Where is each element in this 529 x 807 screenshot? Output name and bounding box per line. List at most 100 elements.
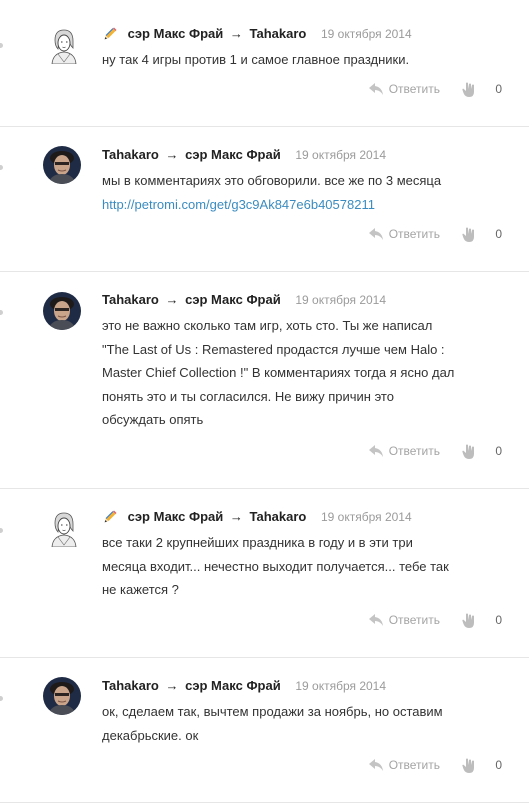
comment-text-line: мы в комментариях это обговорили. все же… xyxy=(102,173,442,188)
photo-avatar-icon xyxy=(43,146,81,184)
like-button[interactable]: 0 xyxy=(461,443,502,460)
reply-button[interactable]: Ответить xyxy=(368,611,440,629)
comment-text-line: это не важно сколько там игр, хоть сто. … xyxy=(102,318,433,333)
comment-date[interactable]: 19 октября 2014 xyxy=(295,148,386,162)
comment-recipient-link[interactable]: сэр Макс Фрай xyxy=(185,292,281,307)
reply-arrow-symbol: → xyxy=(229,509,243,524)
photo-avatar-icon xyxy=(43,292,81,330)
avatar[interactable] xyxy=(43,292,81,330)
reply-label: Ответить xyxy=(388,227,440,241)
avatar[interactable] xyxy=(43,677,81,715)
comment-author-link[interactable]: сэр Макс Фрай xyxy=(128,509,224,524)
like-count: 0 xyxy=(495,758,502,772)
comment-recipient-link[interactable]: сэр Макс Фрай xyxy=(185,147,281,162)
comment-text-line: понять это и ты согласился. Не вижу прич… xyxy=(102,388,394,404)
comment-actions: Ответить 0 xyxy=(368,611,502,629)
avatar[interactable] xyxy=(46,26,80,64)
comment-text-line: все таки 2 крупнейших праздника в году и… xyxy=(102,535,413,550)
comment-header: Tahakaro → сэр Макс Фрай 19 октября 2014 xyxy=(102,291,386,309)
comment-date[interactable]: 19 октября 2014 xyxy=(295,679,386,693)
comment-header: сэр Макс Фрай → Tahakaro 19 октября 2014 xyxy=(102,508,412,526)
reply-button[interactable]: Ответить xyxy=(368,225,440,243)
thumb-hand-icon xyxy=(462,613,474,628)
comment-actions: Ответить 0 xyxy=(368,80,502,98)
reply-arrow-icon xyxy=(368,228,383,240)
comment-date[interactable]: 19 октября 2014 xyxy=(321,27,412,41)
reply-button[interactable]: Ответить xyxy=(368,80,440,98)
comment-author-link[interactable]: Tahakaro xyxy=(102,678,159,693)
reply-label: Ответить xyxy=(388,758,440,772)
like-button[interactable]: 0 xyxy=(461,226,502,243)
reply-arrow-symbol: → xyxy=(229,26,243,41)
comment-divider xyxy=(0,488,529,489)
comment-actions: Ответить 0 xyxy=(368,756,502,774)
thread-marker xyxy=(0,696,3,701)
pencil-icon xyxy=(104,510,117,522)
comment-author-link[interactable]: Tahakaro xyxy=(102,147,159,162)
comment-text-line: ок, сделаем так, вычтем продажи за ноябр… xyxy=(102,704,443,719)
comment-actions: Ответить 0 xyxy=(368,442,502,460)
comment-header: Tahakaro → сэр Макс Фрай 19 октября 2014 xyxy=(102,146,386,164)
thread-marker xyxy=(0,528,3,533)
pencil-icon xyxy=(104,27,117,39)
like-count: 0 xyxy=(495,227,502,241)
reply-label: Ответить xyxy=(388,444,440,458)
reply-arrow-icon xyxy=(368,614,383,626)
like-button[interactable]: 0 xyxy=(461,757,502,774)
comment-divider xyxy=(0,657,529,658)
thumb-hand-icon xyxy=(462,444,474,459)
reply-arrow-icon xyxy=(368,83,383,95)
comment-text-line: месяца входит... нечестно выходит получа… xyxy=(102,558,449,574)
thread-marker xyxy=(0,43,3,48)
comment-text-line: декабрьские. ок xyxy=(102,727,199,743)
comment-text: ну так 4 игры против 1 и самое главное п… xyxy=(102,48,482,72)
reply-arrow-symbol: → xyxy=(165,147,179,162)
thumb-hand-icon xyxy=(462,82,474,97)
comment-divider xyxy=(0,126,529,127)
reply-label: Ответить xyxy=(388,82,440,96)
comment-text: ок, сделаем так, вычтем продажи за ноябр… xyxy=(102,700,482,747)
comment-divider xyxy=(0,802,529,803)
comment-header: сэр Макс Фрай → Tahakaro 19 октября 2014 xyxy=(102,25,412,43)
comment-text: это не важно сколько там игр, хоть сто. … xyxy=(102,314,482,432)
reply-arrow-icon xyxy=(368,445,383,457)
avatar[interactable] xyxy=(43,146,81,184)
comment-text-line: не кажется ? xyxy=(102,582,179,597)
comment-date[interactable]: 19 октября 2014 xyxy=(295,293,386,307)
comment-date[interactable]: 19 октября 2014 xyxy=(321,510,412,524)
comment-recipient-link[interactable]: сэр Макс Фрай xyxy=(185,678,281,693)
like-count: 0 xyxy=(495,613,502,627)
comment-text: все таки 2 крупнейших праздника в году и… xyxy=(102,531,482,602)
comment-text-line: ну так 4 игры против 1 и самое главное п… xyxy=(102,52,410,67)
photo-avatar-icon xyxy=(43,677,81,715)
sketch-avatar-icon xyxy=(46,509,80,547)
comment-text-line: Master Chief Collection !" В комментария… xyxy=(102,365,455,380)
like-count: 0 xyxy=(495,82,502,96)
comment-author-link[interactable]: сэр Макс Фрай xyxy=(128,26,224,41)
reply-arrow-icon xyxy=(368,759,383,771)
comment-recipient-link[interactable]: Tahakaro xyxy=(250,509,307,524)
reply-arrow-symbol: → xyxy=(165,292,179,307)
reply-arrow-symbol: → xyxy=(165,678,179,693)
thumb-hand-icon xyxy=(462,758,474,773)
comment-actions: Ответить 0 xyxy=(368,225,502,243)
comment-text-line: "The Last of Us : Remastered продастся л… xyxy=(102,341,445,357)
avatar[interactable] xyxy=(46,509,80,547)
sketch-avatar-icon xyxy=(46,26,80,64)
comment-link[interactable]: http://petromi.com/get/g3c9Ak847e6b40578… xyxy=(102,197,375,212)
reply-button[interactable]: Ответить xyxy=(368,442,440,460)
thumb-hand-icon xyxy=(462,227,474,242)
comment-feed: сэр Макс Фрай → Tahakaro 19 октября 2014… xyxy=(0,0,529,807)
thread-marker xyxy=(0,165,3,170)
comment-header: Tahakaro → сэр Макс Фрай 19 октября 2014 xyxy=(102,677,386,695)
reply-label: Ответить xyxy=(388,613,440,627)
like-count: 0 xyxy=(495,444,502,458)
comment-author-link[interactable]: Tahakaro xyxy=(102,292,159,307)
comment-divider xyxy=(0,271,529,272)
comment-recipient-link[interactable]: Tahakaro xyxy=(250,26,307,41)
comment-text-line: обсуждать опять xyxy=(102,412,204,427)
like-button[interactable]: 0 xyxy=(461,612,502,629)
thread-marker xyxy=(0,310,3,315)
reply-button[interactable]: Ответить xyxy=(368,756,440,774)
like-button[interactable]: 0 xyxy=(461,81,502,98)
